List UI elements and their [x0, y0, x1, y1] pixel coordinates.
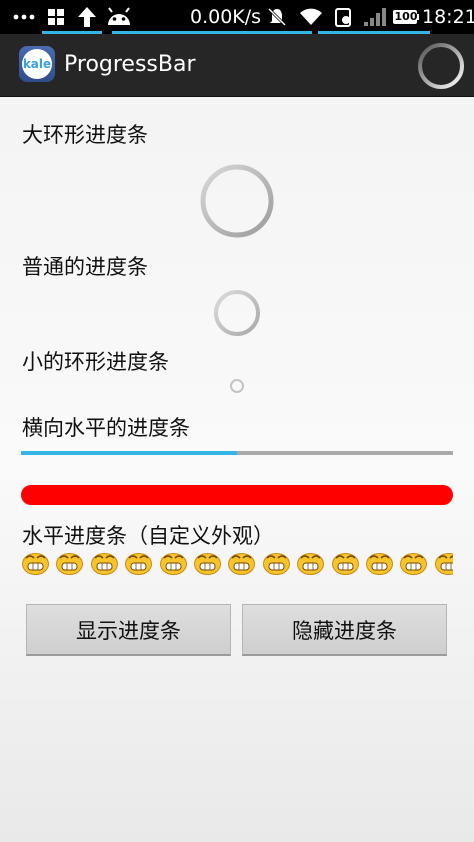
grid-icon	[46, 5, 66, 29]
large-spinner-label: 大环形进度条	[22, 123, 148, 147]
face-icon	[434, 553, 453, 575]
small-spinner	[230, 379, 244, 393]
action-bar-spinner	[418, 43, 464, 89]
hide-progress-button[interactable]: 隐藏进度条	[242, 604, 447, 656]
show-progress-button[interactable]: 显示进度条	[26, 604, 231, 656]
wifi-icon	[298, 5, 324, 29]
normal-spinner-label: 普通的进度条	[22, 255, 148, 279]
face-icon	[90, 553, 118, 575]
face-icon	[56, 553, 84, 575]
mute-bell-icon	[266, 5, 288, 29]
app-icon-text: kale	[22, 49, 52, 79]
status-bar: 0.00K/s 100 18:21	[0, 0, 474, 34]
android-icon	[106, 5, 132, 29]
horizontal-progress-label: 横向水平的进度条	[22, 416, 190, 440]
app-title: ProgressBar	[64, 52, 196, 77]
signal-icon	[362, 5, 388, 29]
battery-level: 100	[394, 10, 418, 23]
face-icon	[228, 553, 256, 575]
face-icon	[193, 553, 221, 575]
face-icon	[262, 553, 290, 575]
face-icon	[365, 553, 393, 575]
face-icon	[159, 553, 187, 575]
face-icon	[400, 553, 428, 575]
custom-progress-label: 水平进度条（自定义外观）	[22, 524, 274, 548]
upload-arrow-icon	[76, 5, 98, 29]
action-bar: kale ProgressBar	[0, 34, 474, 97]
sim-icon	[332, 5, 354, 29]
normal-spinner	[214, 290, 260, 336]
horizontal-progress-fill	[21, 451, 237, 455]
clock: 18:21	[422, 6, 474, 28]
face-icon	[125, 553, 153, 575]
more-dots-icon	[10, 5, 38, 29]
horizontal-progress-bar	[21, 451, 453, 455]
custom-emoji-progress-bar	[21, 551, 453, 575]
face-icon	[22, 553, 49, 575]
small-spinner-label: 小的环形进度条	[22, 350, 169, 374]
face-icon	[297, 553, 325, 575]
red-progress-bar	[21, 485, 453, 505]
face-icon	[331, 553, 359, 575]
large-spinner	[200, 164, 274, 238]
app-icon[interactable]: kale	[19, 46, 55, 82]
network-speed: 0.00K/s	[190, 6, 262, 28]
